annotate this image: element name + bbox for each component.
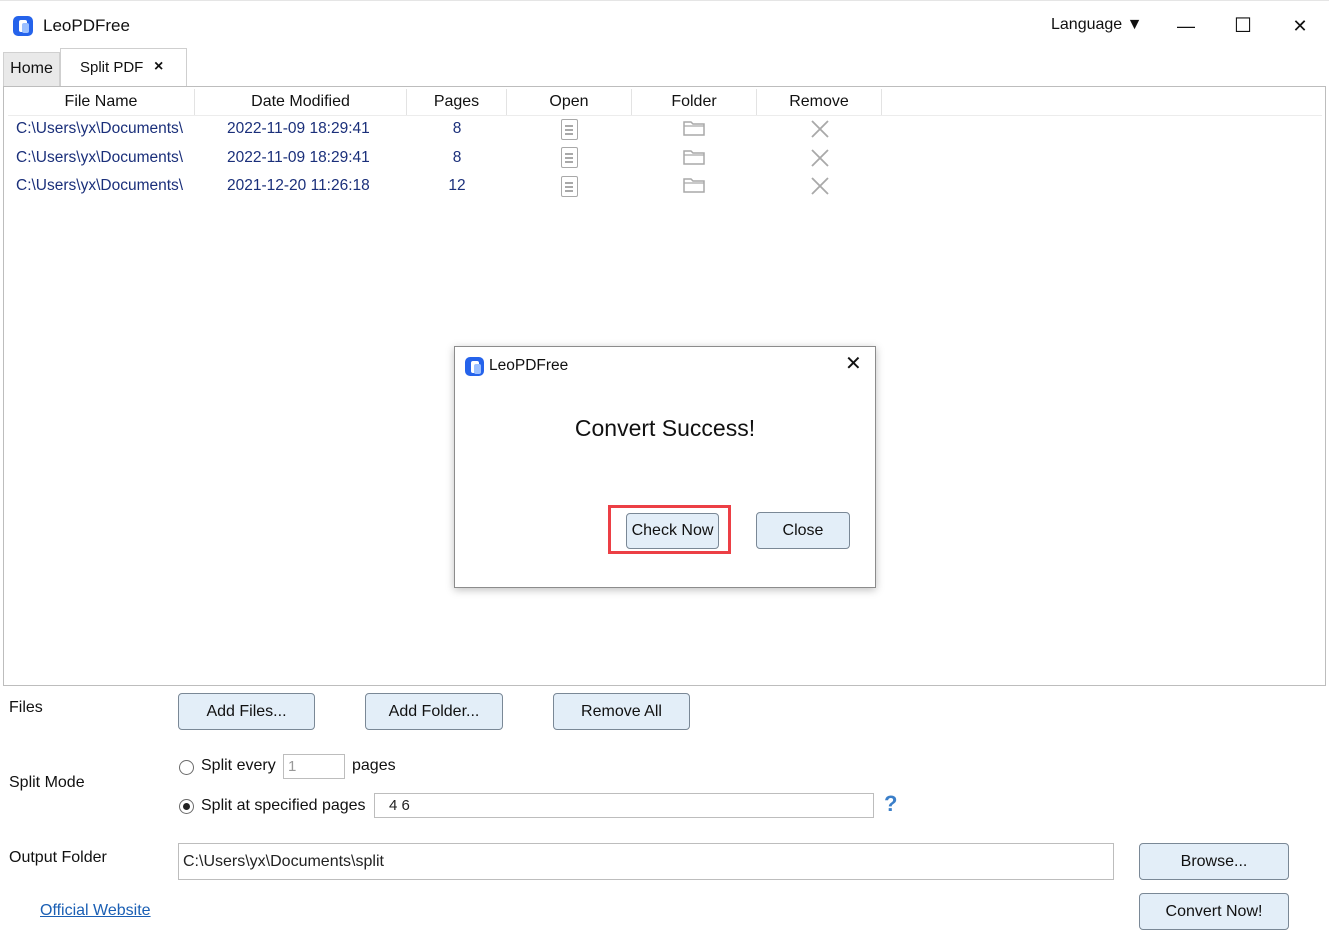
tab-split-pdf-label: Split PDF [80, 59, 144, 76]
remove-all-button[interactable]: Remove All [553, 693, 690, 730]
date-modified-cell: 2022-11-09 18:29:41 [227, 120, 370, 137]
date-modified-cell: 2022-11-09 18:29:41 [227, 149, 370, 166]
language-dropdown[interactable]: Language ▼ [1051, 16, 1142, 34]
file-name-cell: C:\Users\yx\Documents\ [16, 177, 184, 194]
remove-icon[interactable] [810, 119, 830, 139]
files-label: Files [9, 699, 43, 716]
split-mode-label: Split Mode [9, 774, 85, 791]
column-header-folder[interactable]: Folder [632, 89, 757, 115]
remove-icon[interactable] [810, 148, 830, 168]
column-header-open[interactable]: Open [507, 89, 632, 115]
app-title: LeoPDFree [43, 16, 130, 35]
file-name-cell: C:\Users\yx\Documents\ [16, 120, 184, 137]
check-now-button[interactable]: Check Now [626, 513, 719, 549]
specified-pages-input[interactable] [374, 793, 874, 818]
app-logo-icon [13, 16, 33, 36]
convert-now-button[interactable]: Convert Now! [1139, 893, 1289, 930]
add-folder-button[interactable]: Add Folder... [365, 693, 503, 730]
minimize-icon[interactable]: — [1175, 15, 1197, 37]
open-file-icon[interactable] [561, 147, 578, 168]
header-divider [8, 115, 1322, 116]
close-window-icon[interactable]: ✕ [1289, 15, 1311, 37]
pages-cell: 12 [448, 177, 466, 194]
date-modified-cell: 2021-12-20 11:26:18 [227, 177, 370, 194]
file-name-cell: C:\Users\yx\Documents\ [16, 149, 184, 166]
output-folder-input[interactable] [178, 843, 1114, 880]
browse-button[interactable]: Browse... [1139, 843, 1289, 880]
split-every-label: Split every [201, 757, 276, 774]
split-every-suffix: pages [352, 757, 396, 774]
output-folder-label: Output Folder [9, 849, 107, 866]
split-specified-label: Split at specified pages [201, 797, 366, 814]
app-window: LeoPDFree Language ▼ — ☐ ✕ Home Split PD… [0, 0, 1329, 939]
pages-cell: 8 [452, 149, 462, 166]
help-icon[interactable]: ? [884, 791, 897, 817]
split-every-radio[interactable] [179, 760, 194, 775]
dialog-message: Convert Success! [574, 415, 756, 441]
pages-cell: 8 [452, 120, 462, 137]
maximize-icon[interactable]: ☐ [1232, 15, 1254, 37]
tab-close-icon[interactable]: × [154, 58, 163, 76]
column-header-date-modified[interactable]: Date Modified [195, 89, 407, 115]
split-every-input[interactable] [283, 754, 345, 779]
official-website-link[interactable]: Official Website [40, 902, 151, 920]
add-files-button[interactable]: Add Files... [178, 693, 315, 730]
tab-home[interactable]: Home [3, 52, 60, 86]
open-file-icon[interactable] [561, 176, 578, 197]
folder-icon[interactable] [683, 177, 705, 193]
column-header-pages[interactable]: Pages [407, 89, 507, 115]
column-header-remove[interactable]: Remove [757, 89, 882, 115]
dialog-close-icon[interactable]: ✕ [845, 354, 862, 374]
folder-icon[interactable] [683, 149, 705, 165]
column-header-file-name[interactable]: File Name [8, 89, 195, 115]
dialog-title: LeoPDFree [489, 357, 569, 374]
title-bar: LeoPDFree Language ▼ — ☐ ✕ [0, 0, 1329, 48]
folder-icon[interactable] [683, 120, 705, 136]
remove-icon[interactable] [810, 176, 830, 196]
dialog-logo-icon [465, 357, 484, 376]
dialog-close-button[interactable]: Close [756, 512, 850, 549]
open-file-icon[interactable] [561, 119, 578, 140]
tab-split-pdf[interactable]: Split PDF × [60, 48, 187, 87]
split-specified-radio[interactable] [179, 799, 194, 814]
